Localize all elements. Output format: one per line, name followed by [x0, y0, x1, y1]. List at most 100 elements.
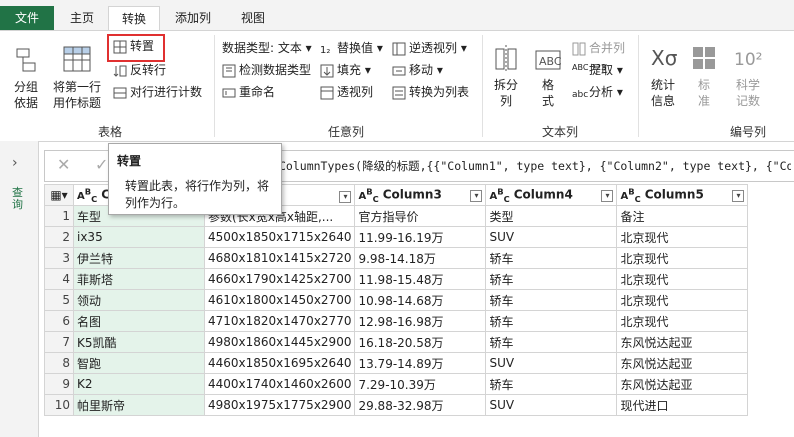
statistics-button[interactable]: Χσ 统计 信息 — [644, 41, 682, 109]
table-cell[interactable]: 北京现代 — [616, 310, 749, 332]
format-button[interactable]: ABC 格 式 — [530, 43, 566, 109]
number-column-group-label: 编号列 — [729, 125, 766, 139]
table-cell[interactable]: 4680x1810x1415x2720 — [203, 247, 356, 269]
parse-button[interactable]: abc分析 ▾ — [572, 83, 623, 101]
table-cell[interactable]: 轿车 — [485, 373, 618, 395]
table-cell[interactable]: 11.98-15.48万 — [354, 268, 487, 290]
table-cell[interactable]: 轿车 — [485, 310, 618, 332]
table-cell[interactable]: 东风悦达起亚 — [616, 352, 749, 374]
extract-button[interactable]: ABC 123提取 ▾ — [572, 61, 623, 79]
scientific-button[interactable]: 10² 科学 记数 — [726, 41, 770, 109]
pivot-button[interactable]: 透视列 — [320, 83, 373, 101]
table-cell[interactable]: 29.88-32.98万 — [354, 394, 487, 416]
table-cell[interactable]: 4660x1790x1425x2700 — [203, 268, 356, 290]
column-header-4[interactable]: ABC Column4 ▾ — [485, 184, 618, 206]
table-cell[interactable]: 轿车 — [485, 331, 618, 353]
table-cell[interactable]: 领动 — [73, 289, 205, 311]
detect-type-icon — [222, 64, 236, 77]
unpivot-button[interactable]: 逆透视列 ▾ — [392, 39, 467, 57]
rename-button[interactable]: 重命名 — [222, 83, 275, 101]
table-cell[interactable]: 名图 — [73, 310, 205, 332]
table-cell[interactable]: 16.18-20.58万 — [354, 331, 487, 353]
tab-view[interactable]: 视图 — [228, 6, 278, 30]
tab-home[interactable]: 主页 — [60, 6, 104, 30]
table-cell[interactable]: 9.98-14.18万 — [354, 247, 487, 269]
filter-dropdown-icon[interactable]: ▾ — [339, 191, 352, 203]
column-header-5[interactable]: ABC Column5 ▾ — [616, 184, 749, 206]
any-column-group-label: 任意列 — [327, 125, 364, 139]
table-cell[interactable]: 4710x1820x1470x2770 — [203, 310, 356, 332]
queries-pane-collapsed[interactable]: › 查询 — [0, 141, 39, 437]
tab-file[interactable]: 文件 — [0, 6, 54, 30]
merge-columns-button[interactable]: 合并列 — [572, 39, 625, 57]
table-cell[interactable]: K5凯酷 — [73, 331, 205, 353]
table-cell[interactable]: 11.99-16.19万 — [354, 226, 487, 248]
table-cell[interactable]: 4400x1740x1460x2600 — [203, 373, 356, 395]
table-cell[interactable]: SUV — [485, 226, 618, 248]
table-cell[interactable]: ix35 — [73, 226, 205, 248]
table-cell[interactable]: 北京现代 — [616, 289, 749, 311]
table-cell[interactable]: SUV — [485, 394, 618, 416]
reverse-rows-button[interactable]: 反转行 — [113, 61, 166, 79]
formula-text: ColumnTypes(降级的标题,{{"Column1", type text… — [279, 159, 791, 173]
tooltip-body: 转置此表，将行作为列，将列作为行。 — [125, 179, 270, 210]
tab-transform[interactable]: 转换 — [108, 6, 160, 31]
table-cell[interactable]: 12.98-16.98万 — [354, 310, 487, 332]
group-by-button[interactable]: 分组 依据 — [6, 45, 46, 111]
expand-chevron-icon[interactable]: › — [12, 155, 18, 171]
table-row: 9 K2 4400x1740x1460x2600 7.29-10.39万 轿车 东风悦达起… — [44, 373, 749, 395]
table-cell[interactable]: 轿车 — [485, 289, 618, 311]
replace-values-button[interactable]: 1₂ 替换值 ▾ — [320, 39, 383, 57]
table-cell[interactable]: 4610x1800x1450x2700 — [203, 289, 356, 311]
count-rows-button[interactable]: 对行进行计数 — [113, 83, 202, 101]
tooltip-title: 转置 — [117, 154, 142, 168]
table-cell[interactable]: 4980x1860x1445x2900 — [203, 331, 356, 353]
table-cell[interactable]: 13.79-14.89万 — [354, 352, 487, 374]
table-row: 7 K5凯酷 4980x1860x1445x2900 16.18-20.58万 轿车 东风… — [44, 331, 749, 353]
table-cell[interactable]: 4500x1850x1715x2640 — [203, 226, 356, 248]
cancel-icon[interactable]: ✕ — [57, 155, 70, 174]
detect-type-button[interactable]: 检测数据类型 — [222, 61, 311, 79]
transpose-button[interactable]: 转置 — [113, 37, 154, 55]
table-cell[interactable]: 4460x1850x1695x2640 — [203, 352, 356, 374]
column-header-3[interactable]: ABC Column3 ▾ — [354, 184, 487, 206]
table-cell[interactable]: 北京现代 — [616, 268, 749, 290]
tab-add-column[interactable]: 添加列 — [164, 6, 222, 30]
unpivot-label: 逆透视列 — [409, 41, 458, 55]
table-cell[interactable]: 帕里斯帝 — [73, 394, 205, 416]
table-cell[interactable]: K2 — [73, 373, 205, 395]
table-cell[interactable]: SUV — [485, 352, 618, 374]
table-cell[interactable]: 东风悦达起亚 — [616, 331, 749, 353]
to-list-button[interactable]: 转换为列表 — [392, 83, 469, 101]
standard-button[interactable]: 标 准 — [688, 41, 720, 109]
fill-button[interactable]: 填充 ▾ — [320, 61, 371, 79]
table-cell[interactable]: 北京现代 — [616, 247, 749, 269]
filter-dropdown-icon[interactable]: ▾ — [732, 190, 745, 203]
text-type-icon: ABC — [620, 186, 641, 204]
table-cell[interactable]: 现代进口 — [616, 394, 749, 416]
filter-dropdown-icon[interactable]: ▾ — [601, 190, 614, 203]
table-cell[interactable]: 北京现代 — [616, 226, 749, 248]
table-cell[interactable]: 10.98-14.68万 — [354, 289, 487, 311]
confirm-icon[interactable]: ✓ — [95, 155, 108, 174]
split-column-button[interactable]: 拆分 列 — [488, 43, 524, 109]
table-cell[interactable]: 菲斯塔 — [73, 268, 205, 290]
table-cell[interactable]: 智跑 — [73, 352, 205, 374]
table-cell[interactable]: 7.29-10.39万 — [354, 373, 487, 395]
table-cell[interactable]: 伊兰特 — [73, 247, 205, 269]
table-row: 10 帕里斯帝 4980x1975x1775x2900 29.88-32.98万 SUV… — [44, 394, 749, 416]
table-cell[interactable]: 4980x1975x1775x2900 — [203, 394, 356, 416]
move-button[interactable]: 移动 ▾ — [392, 61, 443, 79]
merge-columns-label: 合并列 — [589, 41, 626, 55]
table-cell[interactable]: 类型 — [485, 205, 618, 227]
use-first-row-button[interactable]: 将第一行 用作标题 — [50, 45, 104, 111]
table-cell[interactable]: 备注 — [616, 205, 749, 227]
table-cell[interactable]: 官方指导价 — [354, 205, 487, 227]
table-row: 2 ix35 4500x1850x1715x2640 11.99-16.19万 SUV 北… — [44, 226, 749, 248]
table-menu-icon[interactable]: ▦▾ — [44, 184, 74, 206]
table-cell[interactable]: 东风悦达起亚 — [616, 373, 749, 395]
data-type-dropdown[interactable]: 数据类型: 文本 ▾ — [222, 39, 312, 57]
table-cell[interactable]: 轿车 — [485, 268, 618, 290]
filter-dropdown-icon[interactable]: ▾ — [470, 190, 483, 203]
table-cell[interactable]: 轿车 — [485, 247, 618, 269]
